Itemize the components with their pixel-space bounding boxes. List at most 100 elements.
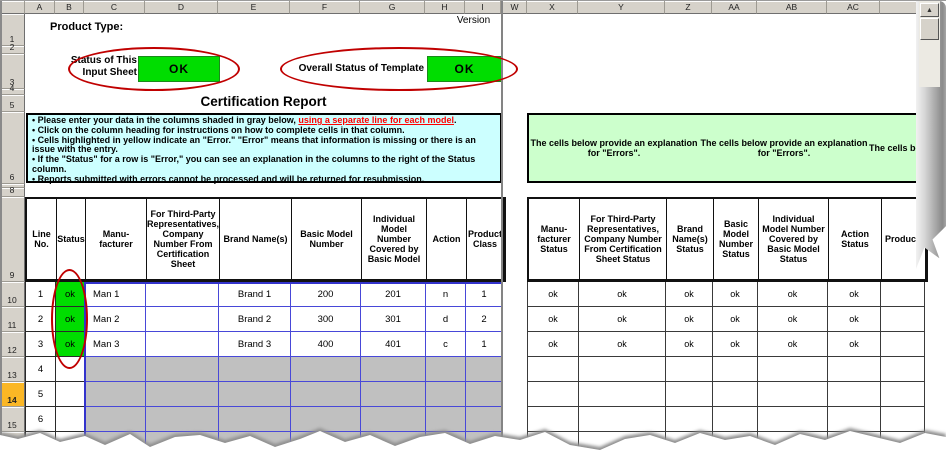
cell-basic-model-status[interactable] (713, 432, 758, 455)
cell-third-party-status[interactable] (579, 382, 666, 407)
cell-action[interactable] (426, 407, 466, 432)
cell-status[interactable] (56, 382, 85, 407)
cell-action[interactable] (426, 432, 466, 455)
cell-product-class[interactable]: 1 (466, 332, 503, 357)
cell-manufacturer-status[interactable]: ok (528, 307, 579, 332)
cell-manufacturer-status[interactable] (528, 382, 579, 407)
cell-individual-model-status[interactable] (758, 357, 828, 382)
cell-product-class[interactable] (466, 382, 503, 407)
cell-individual-model[interactable] (361, 357, 426, 382)
cell-product-class[interactable] (466, 432, 503, 455)
cell-individual-model-status[interactable]: ok (758, 332, 828, 357)
cell-brand[interactable] (219, 432, 291, 455)
row-header-16[interactable]: 16 (0, 432, 25, 453)
cell-product-class-status[interactable] (881, 332, 925, 357)
cell-brand-status[interactable] (666, 407, 713, 432)
header-individual-model[interactable]: Individual Model Number Covered by Basic… (362, 199, 427, 280)
cell-line-no[interactable]: 2 (26, 307, 56, 332)
cell-action[interactable]: c (426, 332, 466, 357)
cell-brand-status[interactable]: ok (666, 332, 713, 357)
header-product-class[interactable]: Product Class (467, 199, 504, 280)
cell-brand[interactable] (219, 357, 291, 382)
select-all-corner[interactable] (0, 1, 25, 14)
cell-individual-model[interactable]: 401 (361, 332, 426, 357)
header-individual-model-status[interactable]: Individual Model Number Covered by Basic… (759, 199, 829, 280)
cell-basic-model-status[interactable] (713, 357, 758, 382)
cell-line-no[interactable]: 1 (26, 282, 56, 307)
cell-basic-model[interactable] (291, 432, 361, 455)
cell-status[interactable]: ok (56, 307, 85, 332)
cell-line-no[interactable]: 4 (26, 357, 56, 382)
cell-action-status[interactable]: ok (828, 282, 881, 307)
column-header-G[interactable]: G (360, 1, 425, 14)
cell-manufacturer[interactable]: Man 3 (85, 332, 146, 357)
cell-product-class-status[interactable] (881, 357, 925, 382)
header-status[interactable]: Status (57, 199, 86, 280)
cell-basic-model-status[interactable] (713, 382, 758, 407)
cell-third-party[interactable] (146, 332, 219, 357)
header-action-status[interactable]: Action Status (829, 199, 882, 280)
column-header-A[interactable]: A (25, 1, 55, 14)
scrollbar-thumb[interactable] (920, 18, 939, 40)
cell-status[interactable]: ok (56, 282, 85, 307)
cell-action-status[interactable]: ok (828, 332, 881, 357)
cell-product-class[interactable]: 2 (466, 307, 503, 332)
row-header-14-selected[interactable]: 14 (0, 382, 25, 407)
cell-brand[interactable] (219, 407, 291, 432)
cell-brand[interactable]: Brand 1 (219, 282, 291, 307)
row-header-9[interactable]: 9 (0, 197, 25, 282)
header-action[interactable]: Action (427, 199, 467, 280)
cell-basic-model-status[interactable] (713, 407, 758, 432)
cell-manufacturer-status[interactable] (528, 407, 579, 432)
cell-product-class-status[interactable] (881, 407, 925, 432)
row-header-6[interactable]: 6 (0, 112, 25, 184)
cell-action-status[interactable] (828, 407, 881, 432)
cell-status[interactable] (56, 407, 85, 432)
cell-action-status[interactable] (828, 432, 881, 455)
row-header-11[interactable]: 11 (0, 307, 25, 332)
column-header-AB[interactable]: AB (757, 1, 827, 14)
column-header-AC[interactable]: AC (827, 1, 880, 14)
column-header-I[interactable]: I (465, 1, 501, 14)
column-header-Z[interactable]: Z (665, 1, 712, 14)
cell-action-status[interactable] (828, 357, 881, 382)
cell-brand-status[interactable]: ok (666, 307, 713, 332)
cell-manufacturer[interactable] (85, 432, 146, 455)
cell-manufacturer[interactable]: Man 1 (85, 282, 146, 307)
cell-basic-model[interactable] (291, 382, 361, 407)
header-brand[interactable]: Brand Name(s) (220, 199, 292, 280)
cell-manufacturer-status[interactable] (528, 357, 579, 382)
cell-third-party-status[interactable] (579, 357, 666, 382)
cell-action[interactable]: n (426, 282, 466, 307)
cell-individual-model[interactable] (361, 432, 426, 455)
cell-status[interactable] (56, 432, 85, 455)
cell-action[interactable]: d (426, 307, 466, 332)
cell-line-no[interactable]: 3 (26, 332, 56, 357)
cell-brand-status[interactable]: ok (666, 282, 713, 307)
cell-basic-model-status[interactable]: ok (713, 282, 758, 307)
header-third-party[interactable]: For Third-Party Representatives, Company… (147, 199, 220, 280)
cell-line-no[interactable]: 6 (26, 407, 56, 432)
scrollbar-up-button[interactable]: ▲ (920, 3, 939, 17)
row-header-5[interactable]: 5 (0, 95, 25, 112)
row-header-8[interactable]: 8 (0, 185, 25, 197)
cell-basic-model[interactable] (291, 407, 361, 432)
cell-product-class-status[interactable] (881, 382, 925, 407)
cell-product-class[interactable] (466, 357, 503, 382)
cell-product-class[interactable] (466, 407, 503, 432)
row-header-12[interactable]: 12 (0, 332, 25, 357)
cell-third-party-status[interactable] (579, 407, 666, 432)
cell-basic-model[interactable]: 200 (291, 282, 361, 307)
cell-manufacturer-status[interactable]: ok (528, 282, 579, 307)
cell-third-party[interactable] (146, 307, 219, 332)
cell-action[interactable] (426, 382, 466, 407)
cell-manufacturer[interactable] (85, 407, 146, 432)
cell-brand-status[interactable] (666, 382, 713, 407)
cell-manufacturer[interactable] (85, 382, 146, 407)
cell-line-no[interactable]: 5 (26, 382, 56, 407)
header-brand-status[interactable]: Brand Name(s) Status (667, 199, 714, 280)
cell-individual-model-status[interactable]: ok (758, 307, 828, 332)
column-header-C[interactable]: C (84, 1, 145, 14)
row-header-2[interactable]: 2 (0, 42, 25, 54)
header-manufacturer[interactable]: Manu-facturer (86, 199, 147, 280)
